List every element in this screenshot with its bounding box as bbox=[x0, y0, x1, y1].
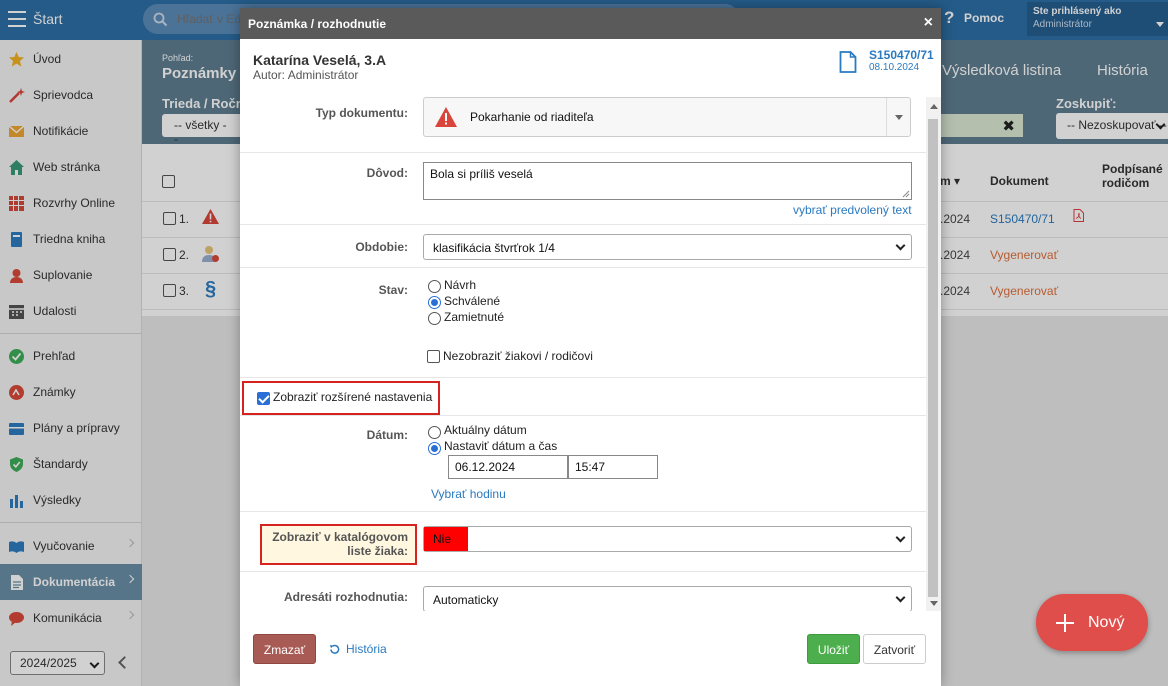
scroll-down-icon[interactable] bbox=[930, 601, 938, 606]
delete-button[interactable]: Zmazať bbox=[253, 634, 316, 664]
chevron-down-icon bbox=[895, 592, 906, 603]
date-radio-current[interactable] bbox=[428, 426, 441, 439]
reason-textarea[interactable]: Bola si príliš veselá bbox=[423, 162, 912, 200]
document-type-select[interactable]: Pokarhanie od riaditeľa bbox=[423, 97, 911, 137]
form-row-date: Dátum: Aktuálny dátum Nastaviť dátum a č… bbox=[240, 416, 926, 512]
catalog-select[interactable]: Nie bbox=[423, 526, 912, 552]
dialog-form: Typ dokumentu: Pokarhanie od riaditeľa D… bbox=[240, 97, 926, 611]
period-select[interactable]: klasifikácia štvrťrok 1/4 bbox=[423, 234, 912, 260]
hide-from-student-label: Nezobraziť žiakovi / rodičovi bbox=[443, 349, 593, 363]
form-row-period: Obdobie: klasifikácia štvrťrok 1/4 bbox=[240, 225, 926, 268]
reason-value: Bola si príliš veselá bbox=[430, 167, 533, 181]
recipients-value: Automaticky bbox=[433, 593, 499, 607]
chevron-down-icon bbox=[895, 115, 903, 120]
scroll-up-icon[interactable] bbox=[930, 104, 938, 109]
form-row-type: Typ dokumentu: Pokarhanie od riaditeľa bbox=[240, 97, 926, 153]
catalog-label: Zobraziť v katalógovom liste žiaka: bbox=[272, 530, 408, 558]
chevron-down-icon bbox=[895, 532, 906, 543]
date-option-label: Nastaviť dátum a čas bbox=[444, 439, 558, 453]
status-radio-approved[interactable] bbox=[428, 296, 441, 309]
default-text-link[interactable]: vybrať predvolený text bbox=[793, 203, 912, 217]
catalog-value: Nie bbox=[424, 527, 468, 551]
document-type-value: Pokarhanie od riaditeľa bbox=[470, 110, 594, 124]
recipients-label: Adresáti rozhodnutia: bbox=[283, 590, 408, 604]
dialog-titlebar: Poznámka / rozhodnutie × bbox=[240, 8, 941, 39]
status-radio-draft[interactable] bbox=[428, 280, 441, 293]
select-hour-link[interactable]: Vybrať hodinu bbox=[431, 487, 506, 501]
scrollbar-thumb[interactable] bbox=[928, 119, 938, 597]
close-button[interactable]: Zatvoriť bbox=[863, 634, 926, 664]
status-radio-rejected[interactable] bbox=[428, 312, 441, 325]
form-row-catalog: Zobraziť v katalógovom liste žiaka: Nie bbox=[240, 512, 926, 572]
date-label: Dátum: bbox=[366, 428, 408, 442]
note-decision-dialog: Poznámka / rozhodnutie × Katarína Veselá… bbox=[240, 8, 941, 686]
time-input[interactable]: 15:47 bbox=[568, 455, 658, 479]
date-value: 06.12.2024 bbox=[455, 460, 516, 474]
history-icon[interactable] bbox=[329, 644, 340, 655]
student-name: Katarína Veselá, 3.A bbox=[253, 52, 387, 68]
author-label: Autor: Administrátor bbox=[253, 68, 359, 82]
save-button[interactable]: Uložiť bbox=[807, 634, 860, 664]
document-icon[interactable] bbox=[839, 51, 857, 73]
status-option-label: Zamietnuté bbox=[444, 310, 505, 324]
resize-handle-icon[interactable] bbox=[902, 190, 910, 198]
form-row-reason: Dôvod: Bola si príliš veselá vybrať pred… bbox=[240, 153, 926, 225]
status-option-label: Návrh bbox=[444, 278, 477, 292]
date-input[interactable]: 06.12.2024 bbox=[448, 455, 568, 479]
period-value: klasifikácia štvrťrok 1/4 bbox=[433, 241, 555, 255]
recipients-select[interactable]: Automaticky bbox=[423, 586, 912, 611]
document-number[interactable]: S150470/71 bbox=[869, 48, 934, 62]
new-document-button[interactable]: Nový bbox=[1036, 594, 1148, 651]
time-value: 15:47 bbox=[575, 460, 606, 474]
date-option-label: Aktuálny dátum bbox=[444, 423, 527, 437]
date-radio-custom[interactable] bbox=[428, 442, 441, 455]
form-row-advanced: Zobraziť rozšírené nastavenia bbox=[240, 378, 926, 416]
period-label: Obdobie: bbox=[355, 240, 408, 254]
form-row-recipients: Adresáti rozhodnutia: Automaticky bbox=[240, 572, 926, 611]
advanced-settings-checkbox[interactable] bbox=[257, 392, 270, 405]
chevron-down-icon bbox=[895, 240, 906, 251]
type-label: Typ dokumentu: bbox=[315, 106, 408, 120]
hide-from-student-checkbox[interactable] bbox=[427, 350, 440, 363]
reason-label: Dôvod: bbox=[366, 166, 408, 180]
status-label: Stav: bbox=[378, 283, 408, 297]
form-row-status: Stav: Návrh Schválené Zamietnuté Nezobra… bbox=[240, 268, 926, 378]
advanced-settings-label: Zobraziť rozšírené nastavenia bbox=[273, 390, 433, 404]
dialog-title: Poznámka / rozhodnutie bbox=[248, 17, 387, 31]
close-icon[interactable]: × bbox=[924, 14, 933, 32]
warning-icon bbox=[435, 107, 457, 127]
history-link[interactable]: História bbox=[346, 642, 387, 656]
plus-icon bbox=[1056, 613, 1074, 632]
dialog-footer: Zmazať História Uložiť Zatvoriť bbox=[240, 611, 941, 686]
new-button-label: Nový bbox=[1088, 613, 1125, 631]
status-option-label: Schválené bbox=[444, 294, 501, 308]
document-date: 08.10.2024 bbox=[869, 62, 920, 73]
